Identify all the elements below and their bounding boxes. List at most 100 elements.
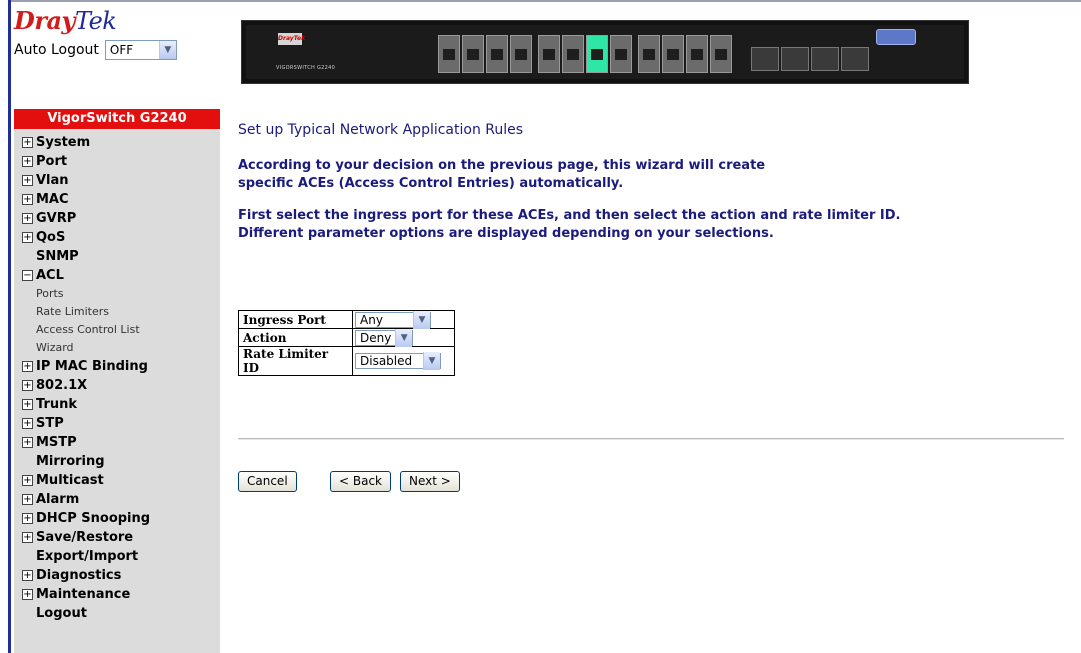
sidebar-item-8021x[interactable]: +802.1X (22, 376, 220, 395)
page-title: Set up Typical Network Application Rules (238, 122, 524, 138)
top-border (11, 0, 1081, 2)
action-label: Action (238, 328, 353, 347)
sidebar-item-alarm[interactable]: + Alarm (22, 490, 220, 509)
sidebar-item-gvrp[interactable]: + GVRP (22, 209, 220, 228)
sidebar-item-mstp[interactable]: + MSTP (22, 433, 220, 452)
expand-icon[interactable]: + (22, 475, 33, 486)
rate-limiter-cell: Disabled ▼ (352, 346, 455, 376)
sidebar-item-export-import[interactable]: Export/Import (22, 547, 220, 566)
sidebar-subitem-access-control-list[interactable]: Access Control List (22, 321, 220, 339)
expand-icon[interactable]: + (22, 513, 33, 524)
sidebar-item-label: 802.1X (36, 378, 88, 393)
expand-icon[interactable]: + (22, 175, 33, 186)
sidebar-item-acl[interactable]: − ACL (22, 266, 220, 285)
next-button[interactable]: Next > (400, 471, 460, 492)
sidebar-item-label: SNMP (36, 249, 79, 264)
expand-icon[interactable]: + (22, 213, 33, 224)
port (438, 35, 460, 73)
ace-settings-table: Ingress Port Any ▼ Action Deny ▼ Rate Li… (238, 310, 455, 376)
sidebar-item-maintenance[interactable]: + Maintenance (22, 585, 220, 604)
sidebar-item-label: Multicast (36, 473, 104, 488)
auto-logout-label: Auto Logout (14, 42, 99, 58)
chevron-down-icon: ▼ (423, 352, 440, 370)
intro-paragraph: According to your decision on the previo… (238, 157, 1068, 193)
port (710, 35, 732, 73)
port (662, 35, 684, 73)
ingress-port-value: Any (360, 312, 383, 327)
port (538, 35, 560, 73)
expand-icon[interactable]: + (22, 232, 33, 243)
expand-icon[interactable]: + (22, 361, 33, 372)
sidebar-item-label: Alarm (36, 492, 80, 507)
sidebar-item-label: MSTP (36, 435, 77, 450)
sfp-port (781, 47, 809, 71)
table-row: Rate Limiter ID Disabled ▼ (238, 346, 455, 376)
sidebar-item-trunk[interactable]: + Trunk (22, 395, 220, 414)
sidebar-item-label: QoS (36, 230, 66, 245)
port-active (586, 35, 608, 73)
switch-panel-body: DrayTek VIGORSWITCH G2240 (246, 25, 964, 79)
back-button[interactable]: < Back (330, 471, 392, 492)
main-content: Set up Typical Network Application Rules… (238, 110, 1068, 492)
expand-icon[interactable]: + (22, 589, 33, 600)
action-select[interactable]: Deny ▼ (355, 328, 413, 347)
browser-frame: DrayTek Auto Logout OFF ▼ DrayTek VIGORS… (0, 0, 1081, 653)
auto-logout-value: OFF (109, 43, 134, 57)
sidebar-subitem-wizard[interactable]: Wizard (22, 339, 220, 357)
expand-icon[interactable]: + (22, 194, 33, 205)
port-group-3 (638, 35, 732, 73)
sidebar-item-system[interactable]: + System (22, 133, 220, 152)
expand-icon[interactable]: + (22, 494, 33, 505)
sidebar-subitem-ports[interactable]: Ports (22, 285, 220, 303)
port (562, 35, 584, 73)
instructions-paragraph: First select the ingress port for these … (238, 207, 1068, 243)
sidebar-item-vlan[interactable]: + Vlan (22, 171, 220, 190)
collapse-icon[interactable]: − (22, 270, 33, 281)
header-left: DrayTek Auto Logout OFF ▼ (14, 8, 224, 60)
expand-icon[interactable]: + (22, 418, 33, 429)
sidebar-item-label: DHCP Snooping (36, 511, 151, 526)
table-row: Action Deny ▼ (238, 328, 455, 347)
sidebar-item-label: Trunk (36, 397, 78, 412)
sfp-group (751, 47, 869, 71)
expand-icon[interactable]: + (22, 570, 33, 581)
sidebar-item-multicast[interactable]: + Multicast (22, 471, 220, 490)
sidebar-item-mirroring[interactable]: Mirroring (22, 452, 220, 471)
sidebar-item-save-restore[interactable]: + Save/Restore (22, 528, 220, 547)
expand-icon[interactable]: + (22, 399, 33, 410)
logo-tek: Tek (74, 7, 117, 35)
rate-limiter-select[interactable]: Disabled ▼ (355, 352, 441, 370)
ingress-port-select[interactable]: Any ▼ (355, 310, 431, 329)
sfp-port (751, 47, 779, 71)
sidebar-item-label: Save/Restore (36, 530, 134, 545)
port-group-2 (538, 35, 632, 73)
auto-logout-select[interactable]: OFF ▼ (104, 40, 177, 60)
sidebar-item-label: Diagnostics (36, 568, 122, 583)
expand-icon[interactable]: + (22, 437, 33, 448)
sidebar-subitem-rate-limiters[interactable]: Rate Limiters (22, 303, 220, 321)
sidebar-item-snmp[interactable]: SNMP (22, 247, 220, 266)
sidebar-title: VigorSwitch G2240 (14, 109, 220, 129)
sidebar-item-diagnostics[interactable]: + Diagnostics (22, 566, 220, 585)
sidebar-item-label: GVRP (36, 211, 77, 226)
sidebar-item-label: ACL (36, 268, 64, 283)
sidebar-item-port[interactable]: + Port (22, 152, 220, 171)
chevron-down-icon: ▼ (413, 310, 430, 329)
port (462, 35, 484, 73)
sidebar-item-logout[interactable]: Logout (22, 604, 220, 623)
expand-icon[interactable]: + (22, 380, 33, 391)
chevron-down-icon: ▼ (158, 41, 176, 59)
left-border (0, 0, 11, 653)
rate-limiter-label: Rate Limiter ID (238, 346, 353, 376)
expand-icon[interactable]: + (22, 156, 33, 167)
cancel-button[interactable]: Cancel (238, 471, 297, 492)
sidebar-item-ip-mac-binding[interactable]: + IP MAC Binding (22, 357, 220, 376)
sidebar-item-mac[interactable]: + MAC (22, 190, 220, 209)
expand-icon[interactable]: + (22, 137, 33, 148)
sidebar-item-dhcp-snooping[interactable]: + DHCP Snooping (22, 509, 220, 528)
sidebar-item-stp[interactable]: + STP (22, 414, 220, 433)
sidebar-item-qos[interactable]: + QoS (22, 228, 220, 247)
action-value: Deny (360, 330, 392, 345)
sidebar-item-label: Port (36, 154, 68, 169)
expand-icon[interactable]: + (22, 532, 33, 543)
